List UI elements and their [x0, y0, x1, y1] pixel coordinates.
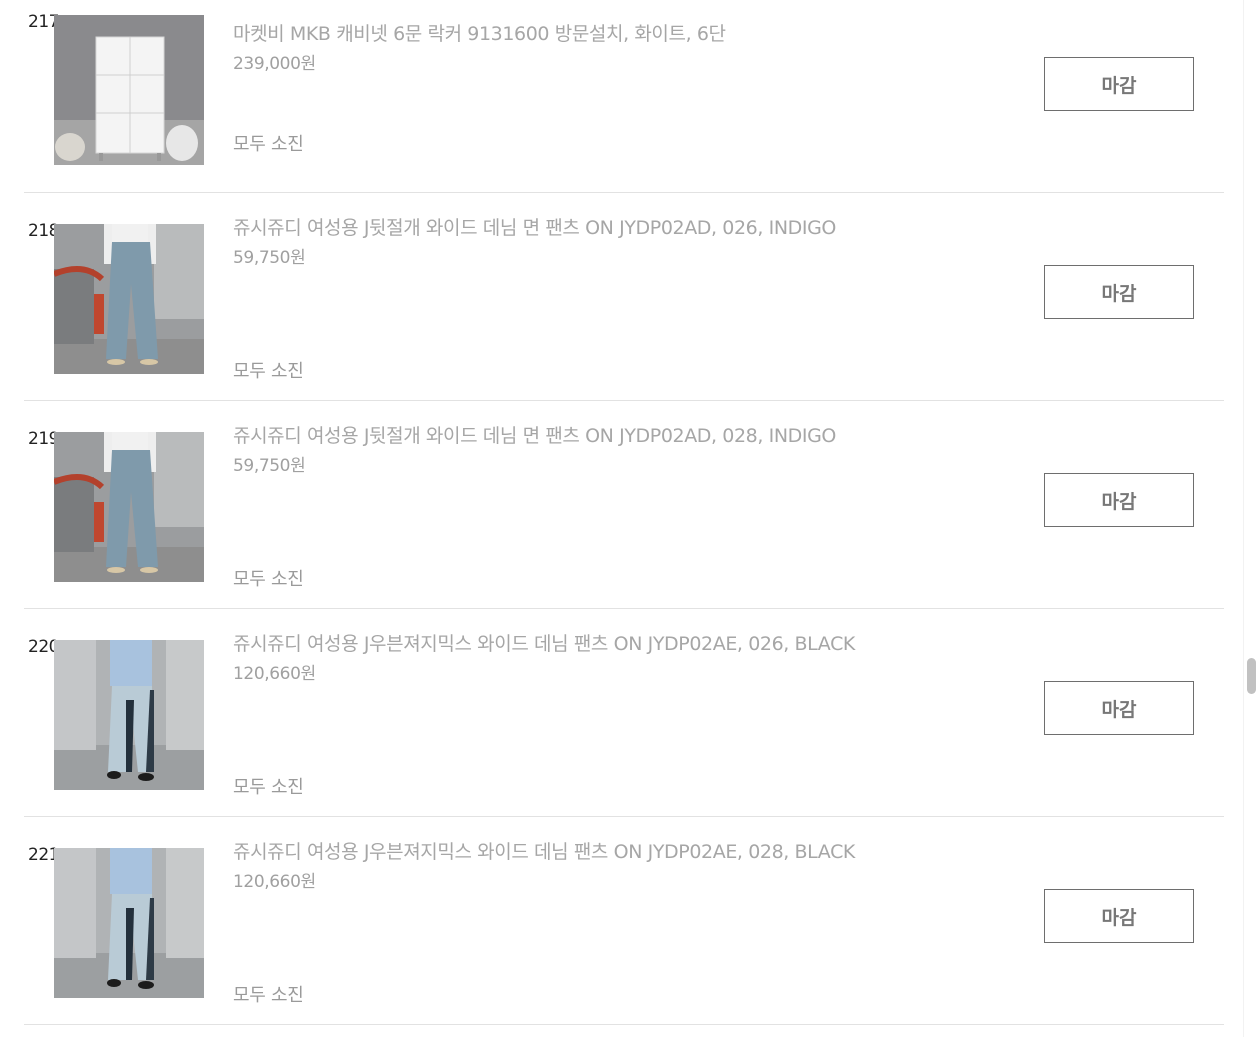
product-price: 59,750원: [233, 456, 306, 476]
product-name[interactable]: 마켓비 MKB 캐비넷 6문 락커 9131600 방문설치, 화이트, 6단: [233, 22, 883, 47]
product-price: 120,660원: [233, 872, 316, 892]
product-price: 120,660원: [233, 664, 316, 684]
product-row: 218 쥬시쥬디 여성용 J뒷절개 와이드 데님 면 팬츠 ON JYDP02A…: [24, 193, 1224, 401]
stock-status: 모두 소진: [233, 777, 304, 798]
product-thumbnail-cabinet[interactable]: [54, 15, 204, 165]
product-name[interactable]: 쥬시쥬디 여성용 J우븐져지믹스 와이드 데님 팬츠 ON JYDP02AE, …: [233, 632, 883, 657]
closed-button[interactable]: 마감: [1044, 473, 1194, 527]
product-info: 쥬시쥬디 여성용 J뒷절개 와이드 데님 면 팬츠 ON JYDP02AD, 0…: [233, 216, 883, 268]
closed-button[interactable]: 마감: [1044, 265, 1194, 319]
product-thumbnail-two-tone-denim[interactable]: [54, 848, 204, 998]
product-row: 219 쥬시쥬디 여성용 J뒷절개 와이드 데님 면 팬츠 ON JYDP02A…: [24, 401, 1224, 609]
product-name[interactable]: 쥬시쥬디 여성용 J우븐져지믹스 와이드 데님 팬츠 ON JYDP02AE, …: [233, 840, 883, 865]
product-row: 220 쥬시쥬디 여성용 J우븐져지믹스 와이드 데님 팬츠 ON JYDP02…: [24, 609, 1224, 817]
closed-button[interactable]: 마감: [1044, 57, 1194, 111]
stock-status: 모두 소진: [233, 569, 304, 590]
stock-status: 모두 소진: [233, 361, 304, 382]
closed-button[interactable]: 마감: [1044, 681, 1194, 735]
product-thumbnail-two-tone-denim[interactable]: [54, 640, 204, 790]
product-name[interactable]: 쥬시쥬디 여성용 J뒷절개 와이드 데님 면 팬츠 ON JYDP02AD, 0…: [233, 216, 883, 241]
stock-status: 모두 소진: [233, 134, 304, 155]
product-info: 쥬시쥬디 여성용 J뒷절개 와이드 데님 면 팬츠 ON JYDP02AD, 0…: [233, 424, 883, 476]
product-thumbnail-denim[interactable]: [54, 432, 204, 582]
closed-button[interactable]: 마감: [1044, 889, 1194, 943]
product-name[interactable]: 쥬시쥬디 여성용 J뒷절개 와이드 데님 면 팬츠 ON JYDP02AD, 0…: [233, 424, 883, 449]
stock-status: 모두 소진: [233, 985, 304, 1006]
product-price: 239,000원: [233, 54, 316, 74]
scrollbar-thumb[interactable]: [1247, 658, 1256, 694]
product-info: 쥬시쥬디 여성용 J우븐져지믹스 와이드 데님 팬츠 ON JYDP02AE, …: [233, 840, 883, 892]
product-list: 217 마켓비 MKB 캐비넷 6문 락커 9131600 방문설치, 화이트,…: [24, 0, 1224, 1025]
vertical-scrollbar[interactable]: [1243, 0, 1256, 1037]
product-price: 59,750원: [233, 248, 306, 268]
product-row: 217 마켓비 MKB 캐비넷 6문 락커 9131600 방문설치, 화이트,…: [24, 0, 1224, 193]
product-row: 221 쥬시쥬디 여성용 J우븐져지믹스 와이드 데님 팬츠 ON JYDP02…: [24, 817, 1224, 1025]
product-info: 마켓비 MKB 캐비넷 6문 락커 9131600 방문설치, 화이트, 6단 …: [233, 22, 883, 74]
product-info: 쥬시쥬디 여성용 J우븐져지믹스 와이드 데님 팬츠 ON JYDP02AE, …: [233, 632, 883, 684]
product-thumbnail-denim[interactable]: [54, 224, 204, 374]
